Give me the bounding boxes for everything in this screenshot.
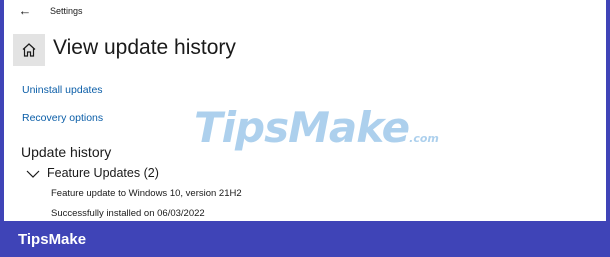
settings-window: ← Settings View update history Uninstall… — [4, 0, 606, 221]
brand-logo-text: TipsMake — [18, 231, 87, 248]
watermark-main: TipsMake — [194, 103, 410, 152]
back-arrow-icon: ← — [18, 3, 32, 18]
title-bar: ← Settings — [4, 0, 606, 24]
page-title: View update history — [53, 36, 236, 59]
back-button[interactable]: ← — [16, 4, 34, 18]
home-button[interactable] — [13, 34, 45, 66]
tipsmake-frame: ← Settings View update history Uninstall… — [0, 0, 610, 257]
update-item-status: Successfully installed on 06/03/2022 — [51, 208, 205, 219]
update-item-title[interactable]: Feature update to Windows 10, version 21… — [51, 188, 242, 199]
watermark-suffix: .com — [409, 132, 439, 145]
app-title: Settings — [50, 6, 83, 16]
chevron-down-icon — [26, 170, 40, 178]
uninstall-updates-link[interactable]: Uninstall updates — [22, 84, 103, 96]
home-icon — [22, 43, 36, 57]
watermark: TipsMake.com — [194, 103, 439, 152]
update-history-heading: Update history — [21, 144, 112, 160]
recovery-options-link[interactable]: Recovery options — [22, 112, 103, 124]
group-label: Feature Updates (2) — [47, 166, 159, 180]
